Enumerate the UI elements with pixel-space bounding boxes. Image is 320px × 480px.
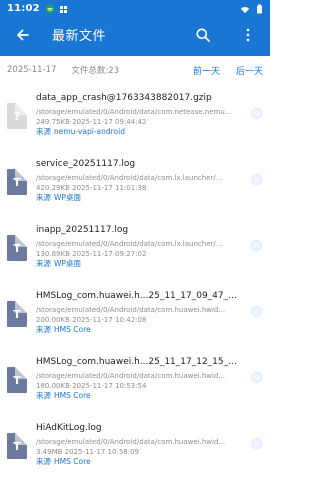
text-file-icon: T (7, 433, 27, 459)
source-label: 来源 (36, 259, 51, 268)
file-source: 来源 nemu-vapi-android (36, 127, 241, 137)
source-value: WP桌面 (54, 193, 81, 202)
search-button[interactable] (193, 27, 213, 47)
next-day-link[interactable]: 后一天 (236, 64, 263, 77)
file-path: /storage/emulated/0/Android/data/com.hua… (36, 306, 226, 314)
list-item[interactable]: T HiAdKitLog.log /storage/emulated/0/And… (0, 414, 270, 470)
top-app-area: 11:02 最新文件 (0, 0, 270, 56)
file-name: inapp_20251117.log (36, 225, 129, 235)
more-button[interactable] (238, 27, 258, 47)
file-name: service_20251117.log (36, 159, 136, 169)
list-item[interactable]: ? data_app_crash@1763343882017.gzip /sto… (0, 84, 270, 140)
file-source: 来源 WP桌面 (36, 259, 241, 269)
item-action-icon (251, 174, 262, 185)
source-value: HMS Core (54, 325, 91, 334)
status-icons-right (240, 0, 263, 18)
file-path: /storage/emulated/0/Android/data/com.hua… (36, 372, 226, 380)
screen: 11:02 最新文件 2025-11-17 文件总数:23 前一天 后一天 ? … (0, 0, 270, 480)
item-action-icon (251, 372, 262, 383)
wifi-icon (240, 0, 250, 18)
app-actions (193, 27, 258, 47)
unknown-file-icon: ? (7, 103, 27, 129)
file-name: data_app_crash@1763343882017.gzip (36, 93, 212, 103)
file-meta: 200.00KB 2025-11-17 10:42:08 (36, 316, 147, 324)
text-file-icon: T (7, 367, 27, 393)
text-file-icon: T (7, 235, 27, 261)
file-path: /storage/emulated/0/Android/data/com.hua… (36, 438, 226, 446)
source-value: nemu-vapi-android (54, 127, 125, 136)
battery-icon (256, 0, 263, 18)
file-name: HiAdKitLog.log (36, 423, 102, 433)
file-meta: 130.89KB 2025-11-17 09:27:02 (36, 250, 147, 258)
source-label: 来源 (36, 193, 51, 202)
status-bar: 11:02 (0, 0, 270, 17)
app-bar: 最新文件 (0, 17, 270, 56)
file-info: HiAdKitLog.log /storage/emulated/0/Andro… (36, 422, 241, 467)
file-path: /storage/emulated/0/Android/data/com.lx.… (36, 240, 223, 248)
list-item[interactable]: T HMSLog_com.huawei.h...25_11_17_12_15_5… (0, 348, 270, 404)
file-info: data_app_crash@1763343882017.gzip /stora… (36, 92, 241, 137)
text-file-icon: T (7, 301, 27, 327)
file-source: 来源 HMS Core (36, 391, 241, 401)
date-navigation: 前一天 后一天 (193, 64, 263, 77)
status-time: 11:02 (7, 2, 40, 14)
page-title: 最新文件 (52, 29, 107, 44)
more-vertical-icon (245, 27, 251, 47)
file-meta: 180.00KB 2025-11-17 10:53:54 (36, 382, 147, 390)
back-button[interactable] (12, 26, 34, 48)
file-meta: 249.75KB 2025-11-17 09:44:42 (36, 118, 147, 126)
filter-row: 2025-11-17 文件总数:23 前一天 后一天 (0, 56, 270, 84)
file-meta: 3.49MB 2025-11-17 10:58:09 (36, 448, 139, 456)
list-item[interactable]: T inapp_20251117.log /storage/emulated/0… (0, 216, 270, 272)
file-count: 文件总数:23 (71, 66, 120, 76)
item-action-icon (251, 306, 262, 317)
item-action-icon (251, 438, 262, 449)
source-label: 来源 (36, 325, 51, 334)
source-label: 来源 (36, 391, 51, 400)
app-status-icon (59, 0, 68, 18)
status-icons-left (45, 0, 68, 18)
file-info: inapp_20251117.log /storage/emulated/0/A… (36, 224, 241, 269)
list-item[interactable]: T service_20251117.log /storage/emulated… (0, 150, 270, 206)
file-info: service_20251117.log /storage/emulated/0… (36, 158, 241, 203)
file-list: ? data_app_crash@1763343882017.gzip /sto… (0, 84, 270, 480)
file-info: HMSLog_com.huawei.h...25_11_17_09_47_48.… (36, 290, 241, 335)
previous-day-link[interactable]: 前一天 (193, 64, 220, 77)
item-action-icon (251, 240, 262, 251)
file-name: HMSLog_com.huawei.h...25_11_17_12_15_54.… (36, 357, 241, 367)
notification-green-icon (45, 0, 55, 18)
file-meta: 420.29KB 2025-11-17 11:01:38 (36, 184, 147, 192)
file-path: /storage/emulated/0/Android/data/com.lx.… (36, 174, 223, 182)
current-date: 2025-11-17 (7, 65, 57, 75)
source-value: WP桌面 (54, 259, 81, 268)
file-source: 来源 WP桌面 (36, 193, 241, 203)
file-name: HMSLog_com.huawei.h...25_11_17_09_47_48.… (36, 291, 241, 301)
arrow-left-icon (15, 27, 31, 47)
text-file-icon: T (7, 169, 27, 195)
source-label: 来源 (36, 127, 51, 136)
source-label: 来源 (36, 457, 51, 466)
source-value: HMS Core (54, 457, 91, 466)
file-info: HMSLog_com.huawei.h...25_11_17_12_15_54.… (36, 356, 241, 401)
file-source: 来源 HMS Core (36, 457, 241, 467)
file-path: /storage/emulated/0/Android/data/com.net… (36, 108, 232, 116)
search-icon (195, 27, 211, 47)
item-action-icon (251, 108, 262, 119)
file-source: 来源 HMS Core (36, 325, 241, 335)
source-value: HMS Core (54, 391, 91, 400)
list-item[interactable]: T HMSLog_com.huawei.h...25_11_17_09_47_4… (0, 282, 270, 338)
